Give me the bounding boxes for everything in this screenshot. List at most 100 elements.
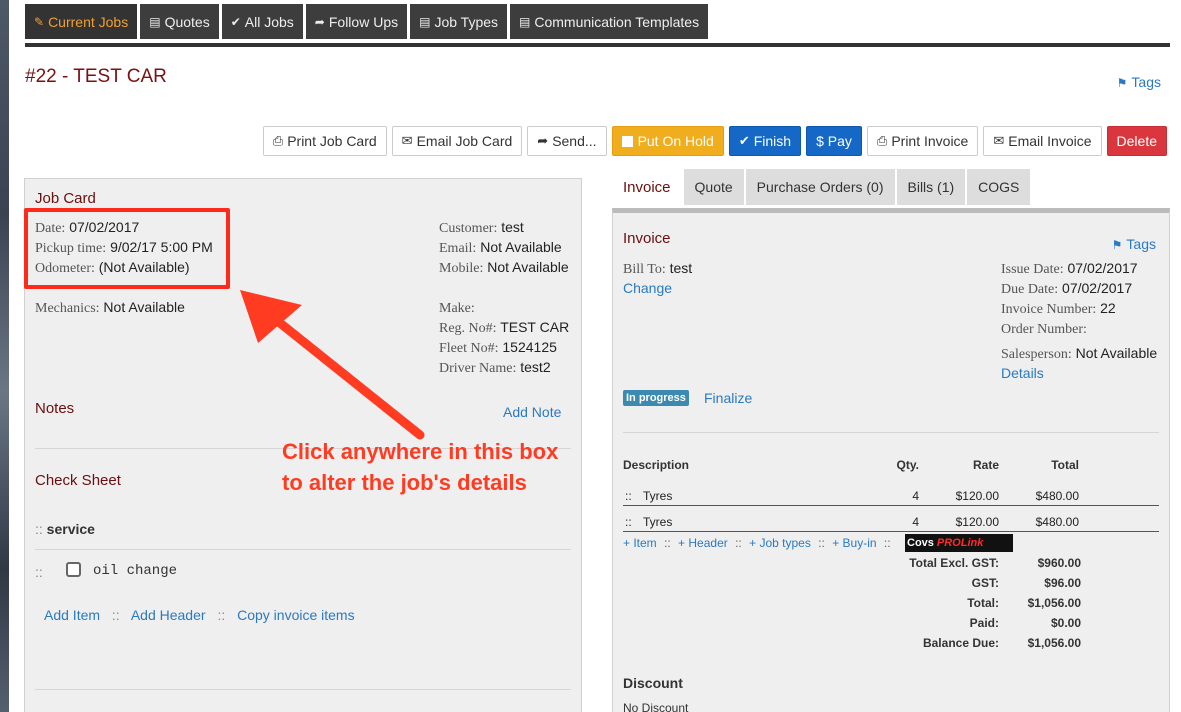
invoice-panel: Invoice ⚑ Tags Bill To: test Change Issue… xyxy=(612,208,1170,712)
add-header-link[interactable]: Add Header xyxy=(131,607,206,623)
row-divider xyxy=(623,531,1159,532)
tag-icon: ⚑ xyxy=(1116,76,1128,90)
gst-label: GST: xyxy=(971,576,999,590)
mechanics-field: Mechanics: Not Available xyxy=(35,299,185,316)
main-nav: ✎ Current Jobs ▤ Quotes ✔ All Jobs ➦ Follow … xyxy=(25,4,711,39)
divider xyxy=(623,432,1159,433)
check-icon: ✔ xyxy=(230,14,241,29)
discount-heading: Discount xyxy=(623,675,683,691)
divider xyxy=(35,549,571,550)
status-badge: In progress xyxy=(623,390,689,406)
drag-handle[interactable]: :: xyxy=(35,564,43,580)
order-number-field: Order Number: xyxy=(1001,322,1087,337)
nav-divider xyxy=(25,43,1170,47)
total-label: Total: xyxy=(967,596,999,610)
balance-due-label: Balance Due: xyxy=(922,636,999,650)
tab-bills[interactable]: Bills (1) xyxy=(896,169,966,205)
change-link[interactable]: Change xyxy=(623,280,672,296)
desktop-background xyxy=(0,0,9,712)
share-icon: ➦ xyxy=(537,133,549,148)
wrench-icon: ✎ xyxy=(34,14,45,29)
details-link[interactable]: Details xyxy=(1001,365,1044,381)
check-group-header: :: service xyxy=(35,521,95,537)
notes-heading: Notes xyxy=(35,400,75,417)
pay-button[interactable]: $ Pay xyxy=(806,126,862,156)
job-toolbar: ⎙ Print Job Card ✉ Email Job Card ➦ Send...… xyxy=(258,126,1167,156)
email-job-card-button[interactable]: ✉ Email Job Card xyxy=(391,126,523,156)
file-icon: ▤ xyxy=(519,14,531,29)
add-item-link[interactable]: + Item xyxy=(623,536,657,550)
tab-quotes[interactable]: ▤ Quotes xyxy=(140,4,219,39)
tab-communication-templates[interactable]: ▤ Communication Templates xyxy=(510,4,709,39)
due-date-field: Due Date: 07/02/2017 xyxy=(1001,280,1133,297)
send-button[interactable]: ➦ Send... xyxy=(527,126,607,156)
page-title: #22 - TEST CAR xyxy=(25,66,167,87)
check-sheet-heading: Check Sheet xyxy=(35,472,121,489)
invoice-tabs: Invoice Quote Purchase Orders (0) Bills … xyxy=(612,169,1032,205)
email-invoice-button[interactable]: ✉ Email Invoice xyxy=(983,126,1102,156)
driver-name-field: Driver Name: test2 xyxy=(439,359,551,376)
annotation-text: Click anywhere in this box to alter the … xyxy=(282,439,559,495)
document-icon: ▤ xyxy=(149,14,161,29)
paid-value: $0.00 xyxy=(1050,616,1081,630)
delete-button[interactable]: Delete xyxy=(1106,126,1167,156)
check-sheet-actions: Add Item :: Add Header :: Copy invoice i… xyxy=(44,607,355,623)
reg-no-field: Reg. No#: TEST CAR xyxy=(439,319,570,336)
printer-icon: ⎙ xyxy=(876,133,888,148)
tags-link[interactable]: ⚑ Tags xyxy=(1117,74,1161,90)
envelope-icon: ✉ xyxy=(401,133,413,148)
add-note-link[interactable]: Add Note xyxy=(503,404,561,420)
covs-prolink-logo[interactable]: Covs PROLink xyxy=(905,534,1013,552)
add-header-link[interactable]: + Header xyxy=(678,536,728,550)
row-drag-handle[interactable]: :: xyxy=(625,489,632,503)
annotation-arrow xyxy=(240,290,425,440)
finalize-link[interactable]: Finalize xyxy=(704,390,752,406)
invoice-tags-link[interactable]: ⚑ Tags xyxy=(1112,236,1156,252)
total-value: $1,056.00 xyxy=(1027,596,1081,610)
bill-to-field: Bill To: test xyxy=(623,260,693,277)
print-job-card-button[interactable]: ⎙ Print Job Card xyxy=(262,126,387,156)
customer-field: Customer: test xyxy=(439,219,524,236)
divider xyxy=(35,689,571,690)
col-total: Total xyxy=(1051,458,1079,472)
file-icon: ▤ xyxy=(419,14,431,29)
invoice-title: Invoice xyxy=(623,230,671,247)
add-item-link[interactable]: Add Item xyxy=(44,607,100,623)
fleet-no-field: Fleet No#: 1524125 xyxy=(439,339,557,356)
share-icon: ➦ xyxy=(314,14,325,29)
tab-current-jobs[interactable]: ✎ Current Jobs xyxy=(25,4,138,39)
finish-button[interactable]: ✔ Finish xyxy=(728,126,802,156)
invoice-add-links: + Item :: + Header :: + Job types :: + B… xyxy=(623,536,891,550)
col-rate: Rate xyxy=(972,458,999,472)
printer-icon: ⎙ xyxy=(272,133,284,148)
discount-value: No Discount xyxy=(623,701,689,712)
envelope-icon: ✉ xyxy=(993,133,1005,148)
square-icon xyxy=(621,135,633,147)
tab-cogs[interactable]: COGS xyxy=(967,169,1031,205)
total-excl-gst-label: Total Excl. GST: xyxy=(909,556,999,570)
tab-invoice[interactable]: Invoice xyxy=(612,169,682,205)
col-qty: Qty. xyxy=(896,458,919,472)
oil-change-checkbox[interactable] xyxy=(66,562,81,577)
copy-invoice-items-link[interactable]: Copy invoice items xyxy=(237,607,355,623)
tab-job-types[interactable]: ▤ Job Types xyxy=(410,4,508,39)
email-field: Email: Not Available xyxy=(439,239,562,256)
add-job-types-link[interactable]: + Job types xyxy=(749,536,811,550)
job-card-title: Job Card xyxy=(35,190,96,207)
check-item-label: oil change xyxy=(93,563,178,579)
row-drag-handle[interactable]: :: xyxy=(625,515,632,529)
balance-due-value: $1,056.00 xyxy=(1027,636,1081,650)
invoice-number-field: Invoice Number: 22 xyxy=(1001,300,1116,317)
print-invoice-button[interactable]: ⎙ Print Invoice xyxy=(866,126,979,156)
tab-quote[interactable]: Quote xyxy=(683,169,744,205)
row-divider xyxy=(623,505,1159,506)
tab-follow-ups[interactable]: ➦ Follow Ups xyxy=(305,4,408,39)
total-excl-gst-value: $960.00 xyxy=(1037,556,1081,570)
gst-value: $96.00 xyxy=(1044,576,1081,590)
put-on-hold-button[interactable]: Put On Hold xyxy=(611,126,724,156)
tab-all-jobs[interactable]: ✔ All Jobs xyxy=(221,4,303,39)
check-icon: ✔ xyxy=(738,133,750,148)
add-buy-in-link[interactable]: + Buy-in xyxy=(832,536,876,550)
tab-purchase-orders[interactable]: Purchase Orders (0) xyxy=(745,169,895,205)
make-field: Make: xyxy=(439,301,475,316)
